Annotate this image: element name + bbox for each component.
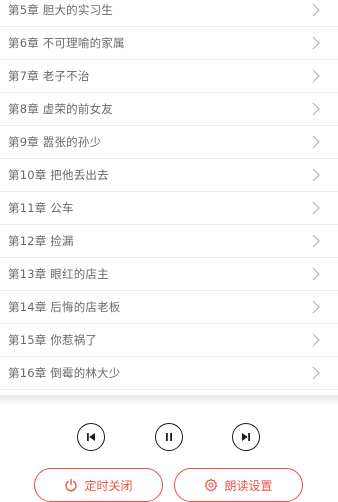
chapter-row-14[interactable]: 第14章 后悔的店老板 [0,291,338,324]
chevron-right-icon [312,366,320,380]
chapter-title: 第6章 不可理喻的家属 [8,36,125,50]
chevron-right-icon [312,333,320,347]
chapter-row-10[interactable]: 第10章 把他丢出去 [0,159,338,192]
chevron-right-icon [312,36,320,50]
chapter-title: 第8章 虚荣的前女友 [8,102,113,116]
read-settings-label: 朗读设置 [224,478,273,493]
chapter-title: 第9章 嚣张的孙少 [8,135,102,149]
chevron-right-icon [312,69,320,83]
chevron-right-icon [312,135,320,149]
next-button[interactable] [232,423,260,451]
chevron-right-icon [312,300,320,314]
chapter-title: 第10章 把他丢出去 [8,168,109,182]
player-controls: 定时关闭 朗读设置 [0,407,338,502]
chevron-right-icon [312,3,320,17]
chapter-title: 第13章 眼红的店主 [8,267,109,281]
chapter-row-7[interactable]: 第7章 老子不治 [0,60,338,93]
chevron-right-icon [312,234,320,248]
chapter-row-13[interactable]: 第13章 眼红的店主 [0,258,338,291]
chapter-title: 第12章 捡漏 [8,234,74,248]
chapter-row-9[interactable]: 第9章 嚣张的孙少 [0,126,338,159]
skip-previous-icon [87,433,95,441]
chapter-row-12[interactable]: 第12章 捡漏 [0,225,338,258]
chapter-row-8[interactable]: 第8章 虚荣的前女友 [0,93,338,126]
pause-icon [166,433,172,441]
chevron-right-icon [312,267,320,281]
read-settings-button[interactable]: 朗读设置 [174,468,303,502]
chapter-title: 第14章 后悔的店老板 [8,300,121,314]
chapter-row-6[interactable]: 第6章 不可理喻的家属 [0,27,338,60]
chapter-title: 第11章 公车 [8,201,74,215]
chapter-row-5[interactable]: 第5章 胆大的实习生 [0,0,338,27]
previous-button[interactable] [77,423,105,451]
chapter-title: 第15章 你惹祸了 [8,333,98,347]
power-icon [65,478,78,492]
pause-button[interactable] [155,423,183,451]
chapter-list: 第5章 胆大的实习生 第6章 不可理喻的家属 第7章 老子不治 第8章 虚荣的前… [0,0,338,395]
panel-divider [0,395,338,407]
chapter-row-16[interactable]: 第16章 倒霉的林大少 [0,357,338,390]
chevron-right-icon [312,201,320,215]
chapter-title: 第7章 老子不治 [8,69,90,83]
chevron-right-icon [312,168,320,182]
gear-icon [205,478,218,492]
timer-off-label: 定时关闭 [84,478,133,493]
chapter-title: 第16章 倒霉的林大少 [8,366,121,380]
chapter-row-15[interactable]: 第15章 你惹祸了 [0,324,338,357]
chapter-title: 第5章 胆大的实习生 [8,3,113,17]
timer-off-button[interactable]: 定时关闭 [34,468,163,502]
chevron-right-icon [312,102,320,116]
chapter-row-11[interactable]: 第11章 公车 [0,192,338,225]
skip-next-icon [242,433,250,441]
